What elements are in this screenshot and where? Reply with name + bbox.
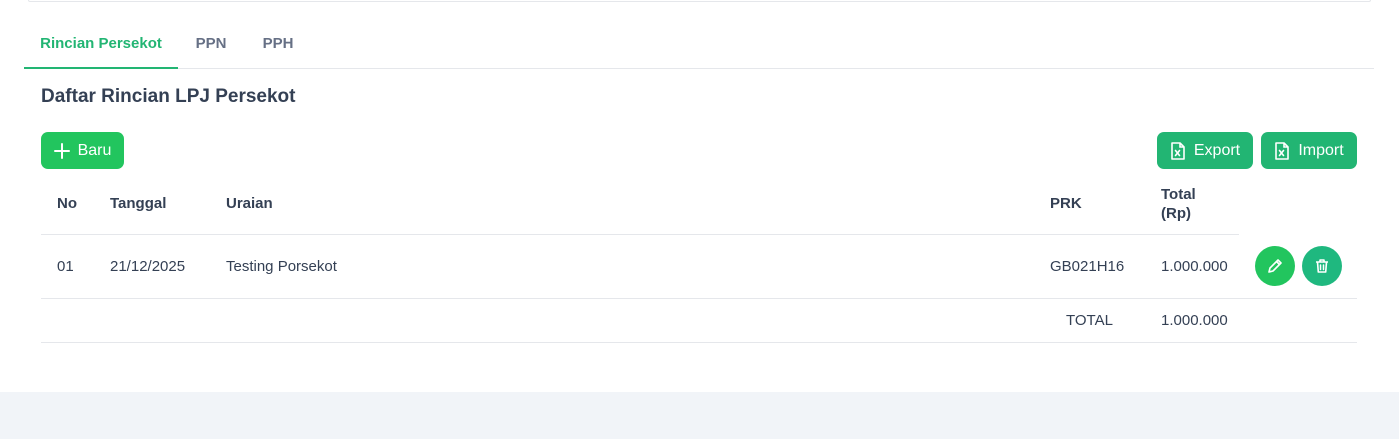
- export-button[interactable]: Export: [1157, 132, 1253, 169]
- header-no: No: [57, 195, 77, 212]
- export-button-label: Export: [1193, 141, 1241, 159]
- row-divider: [41, 298, 1357, 299]
- cell-uraian: Testing Porsekot: [226, 258, 337, 275]
- new-button[interactable]: Baru: [41, 132, 124, 169]
- new-button-label: Baru: [77, 141, 112, 159]
- edit-button[interactable]: [1255, 246, 1295, 286]
- tab-ppn[interactable]: PPN: [190, 22, 232, 69]
- plus-icon: [53, 142, 70, 159]
- tab-pph[interactable]: PPH: [254, 22, 302, 69]
- pencil-icon: [1268, 259, 1282, 273]
- header-tanggal: Tanggal: [110, 195, 167, 212]
- import-button-label: Import: [1298, 141, 1344, 159]
- cell-prk: GB021H16: [1050, 258, 1125, 275]
- tab-bar: Rincian Persekot PPN PPH: [24, 22, 1374, 69]
- tab-rincian-persekot[interactable]: Rincian Persekot: [24, 22, 178, 69]
- cell-no: 01: [57, 258, 74, 275]
- import-button[interactable]: Import: [1261, 132, 1357, 169]
- header-prk: PRK: [1050, 195, 1082, 212]
- excel-file-icon: [1275, 141, 1290, 160]
- header-uraian: Uraian: [226, 195, 273, 212]
- cell-total: 1.000.000: [1161, 258, 1228, 275]
- total-divider: [41, 342, 1357, 343]
- content-card: Rincian Persekot PPN PPH Daftar Rincian …: [24, 0, 1374, 392]
- page-title: Daftar Rincian LPJ Persekot: [41, 86, 296, 107]
- total-label: TOTAL: [1066, 312, 1113, 329]
- excel-file-icon: [1171, 141, 1185, 160]
- trash-icon: [1316, 259, 1328, 273]
- header-total-line1: Total: [1161, 186, 1196, 203]
- delete-button[interactable]: [1302, 246, 1342, 286]
- cell-tanggal: 21/12/2025: [110, 258, 186, 275]
- total-value: 1.000.000: [1161, 312, 1228, 329]
- page-footer-area: [0, 392, 1399, 439]
- header-divider: [41, 234, 1239, 235]
- header-total-line2: (Rp): [1161, 205, 1191, 222]
